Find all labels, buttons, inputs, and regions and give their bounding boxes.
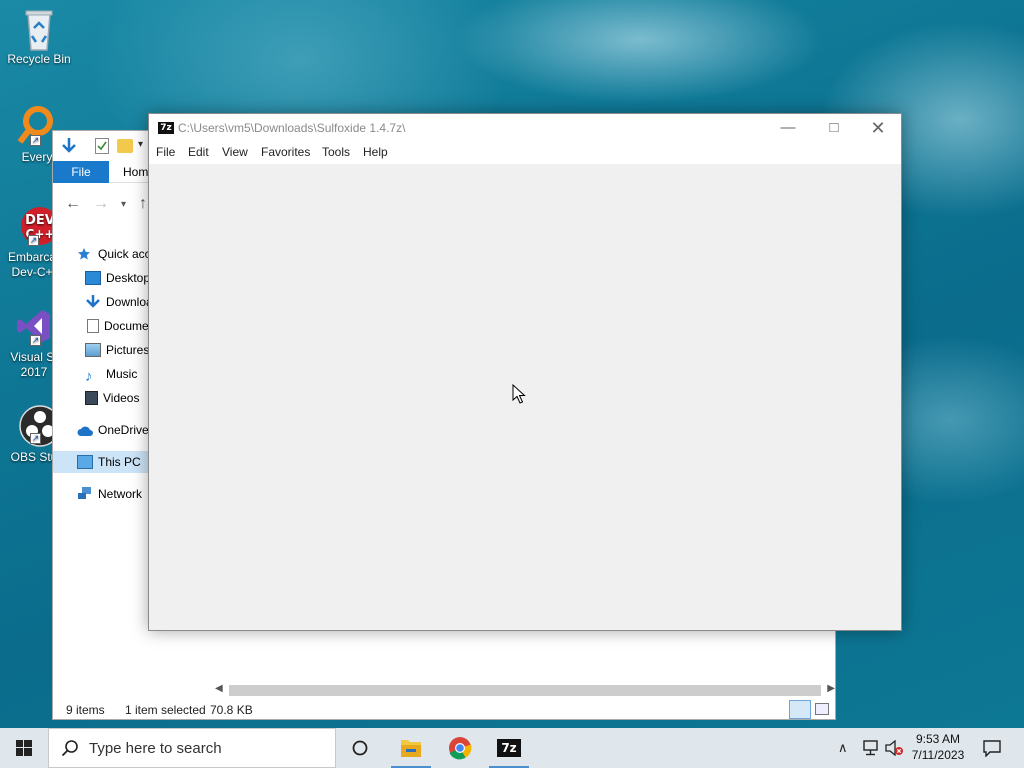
- menu-file[interactable]: File: [156, 145, 175, 159]
- 7zip-app-icon: 7z: [158, 122, 174, 134]
- documents-icon: [87, 319, 99, 333]
- start-button[interactable]: [0, 728, 48, 768]
- desktop-folder-icon: [85, 271, 101, 285]
- scroll-right-arrow-icon[interactable]: ▶: [827, 683, 835, 694]
- tree-item-network[interactable]: Network: [77, 483, 142, 505]
- videos-film-icon: [85, 391, 98, 405]
- download-arrow-icon[interactable]: [61, 137, 77, 155]
- tree-item-music[interactable]: ♪ Music: [85, 363, 137, 385]
- everything-search-icon: ↗: [14, 106, 54, 146]
- details-view-icon[interactable]: [789, 700, 811, 719]
- pictures-icon: [85, 343, 101, 357]
- maximize-icon[interactable]: □: [811, 114, 857, 142]
- horizontal-scrollbar[interactable]: ◀ ▶: [215, 683, 835, 697]
- recycle-bin-icon: [19, 8, 59, 51]
- minimize-icon[interactable]: —: [765, 114, 811, 142]
- title-bar[interactable]: 7z C:\Users\vm5\Downloads\Sulfoxide 1.4.…: [149, 114, 901, 142]
- desktop-icon-label: Recycle Bin: [7, 52, 71, 66]
- forward-arrow-icon[interactable]: →: [93, 195, 109, 213]
- scrollbar-thumb[interactable]: [229, 685, 821, 696]
- status-selected: 1 item selected: [125, 703, 206, 717]
- menu-tools[interactable]: Tools: [322, 145, 350, 159]
- visual-studio-icon: ↗: [14, 306, 54, 346]
- up-arrow-icon[interactable]: ↑: [139, 195, 147, 213]
- task-view-button[interactable]: [336, 728, 384, 768]
- taskbar: Type here to search 7z ∧ 9:53 AM 7/11/20…: [0, 728, 1024, 768]
- status-item-count: 9 items: [66, 703, 105, 717]
- shortcut-arrow-icon: ↗: [30, 335, 41, 346]
- devcpp-icon: DEV C++ ↗: [12, 206, 59, 246]
- tree-item-this-pc[interactable]: This PC: [53, 451, 153, 473]
- tree-item-desktop[interactable]: Desktop: [85, 267, 150, 289]
- scroll-left-arrow-icon[interactable]: ◀: [215, 683, 223, 694]
- file-explorer-icon: [401, 740, 421, 757]
- 7zip-window[interactable]: 7z C:\Users\vm5\Downloads\Sulfoxide 1.4.…: [148, 113, 902, 631]
- qat-dropdown-icon[interactable]: ▾: [138, 139, 143, 150]
- status-bar: 9 items 1 item selected 70.8 KB: [53, 699, 835, 721]
- tree-item-videos[interactable]: Videos: [85, 387, 139, 409]
- menu-edit[interactable]: Edit: [188, 145, 209, 159]
- properties-icon[interactable]: [95, 138, 109, 154]
- tab-file[interactable]: File: [53, 161, 109, 183]
- menu-help[interactable]: Help: [363, 145, 388, 159]
- onedrive-cloud-icon: [77, 422, 93, 436]
- tree-item-onedrive[interactable]: OneDrive: [77, 419, 149, 441]
- large-icons-view-icon[interactable]: [815, 703, 829, 715]
- task-view-icon: [352, 740, 368, 756]
- close-icon[interactable]: ✕: [855, 114, 901, 142]
- tree-item-quick-access[interactable]: Quick acc: [77, 243, 151, 265]
- windows-logo-icon: [16, 740, 32, 756]
- star-icon: [77, 246, 93, 260]
- shortcut-arrow-icon: ↗: [30, 433, 41, 444]
- taskbar-file-explorer[interactable]: [387, 728, 435, 768]
- back-arrow-icon[interactable]: ←: [65, 195, 81, 213]
- recent-locations-chevron-icon[interactable]: ▾: [121, 199, 126, 210]
- mouse-cursor-icon: [512, 383, 526, 404]
- system-clock[interactable]: 9:53 AM 7/11/2023: [900, 731, 976, 763]
- taskbar-chrome[interactable]: [436, 728, 484, 768]
- shortcut-arrow-icon: ↗: [28, 235, 39, 246]
- clock-date: 7/11/2023: [911, 748, 965, 762]
- menu-bar: File Edit View Favorites Tools Help: [149, 142, 901, 164]
- taskbar-search-box[interactable]: Type here to search: [48, 728, 336, 768]
- downloads-icon: [85, 294, 101, 308]
- network-icon: [77, 486, 93, 500]
- menu-favorites[interactable]: Favorites: [261, 145, 310, 159]
- shortcut-arrow-icon: ↗: [30, 135, 41, 146]
- window-title: C:\Users\vm5\Downloads\Sulfoxide 1.4.7z\: [178, 121, 406, 135]
- tree-item-downloads[interactable]: Downloa: [85, 291, 153, 313]
- 7zip-taskbar-icon: 7z: [497, 739, 521, 757]
- clock-time: 9:53 AM: [915, 732, 961, 746]
- tree-item-documents[interactable]: Docume: [85, 315, 149, 337]
- new-folder-icon[interactable]: [117, 139, 133, 153]
- search-icon: [61, 739, 79, 760]
- chrome-icon: [449, 737, 472, 760]
- svg-text:DEV: DEV: [25, 213, 55, 228]
- show-hidden-icons-chevron-icon[interactable]: ∧: [838, 740, 848, 768]
- search-placeholder: Type here to search: [89, 740, 222, 757]
- computer-monitor-icon: [77, 455, 93, 469]
- status-size: 70.8 KB: [210, 703, 253, 717]
- desktop-icon-recycle-bin[interactable]: Recycle Bin: [1, 8, 77, 67]
- menu-view[interactable]: View: [222, 145, 248, 159]
- obs-icon: ↗: [14, 404, 61, 447]
- notifications-icon[interactable]: [982, 739, 1002, 768]
- music-note-icon: ♪: [85, 368, 93, 385]
- network-status-icon[interactable]: [862, 740, 880, 768]
- tree-item-pictures[interactable]: Pictures: [85, 339, 149, 361]
- taskbar-7zip[interactable]: 7z: [485, 728, 533, 768]
